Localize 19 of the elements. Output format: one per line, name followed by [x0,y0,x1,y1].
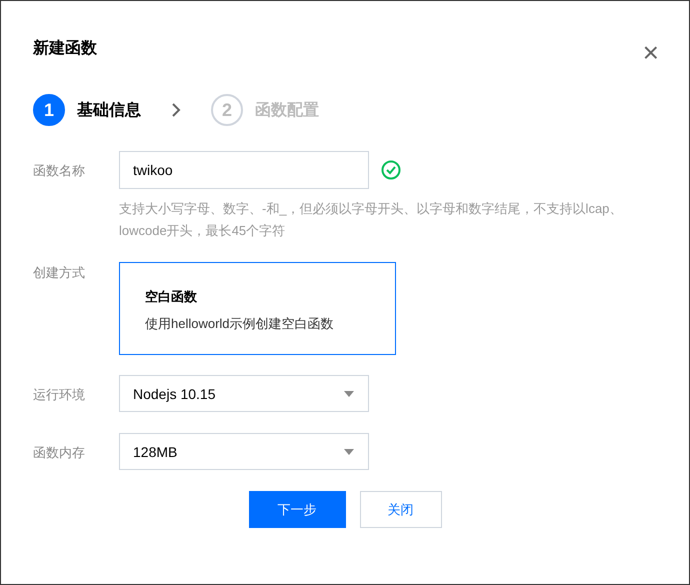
select-field[interactable]: 128MB [119,433,369,470]
field-label: 函数名称 [33,162,86,180]
chevron-icon [171,102,181,118]
name-input-field[interactable]: twikoo [119,151,369,189]
step-label[interactable]: 基础信息 [77,100,141,120]
field-label: 创建方式 [33,264,86,282]
close-button[interactable]: × [638,39,663,67]
close-dialog-button[interactable]: 关闭 [360,491,442,528]
next-button[interactable]: 下一步 [248,491,346,528]
option-card[interactable]: 空白函数 使用helloworld示例创建空白函数 [119,262,396,355]
dialog-title: 新建函数 [33,38,97,58]
field-label: 函数内存 [33,444,86,462]
select-field[interactable]: Nodejs 10.15 [119,375,369,412]
caret-icon [343,448,355,456]
step-number: 2 [211,94,243,126]
hint-text: 支持大小写字母、数字、-和_，但必须以字母开头、以字母和数字结尾，不支持以lcap、lowcode开头，最长45个字符 [119,200,624,240]
caret-icon [343,390,355,398]
step-number: 1 [33,94,65,126]
field-label: 运行环境 [33,386,86,404]
